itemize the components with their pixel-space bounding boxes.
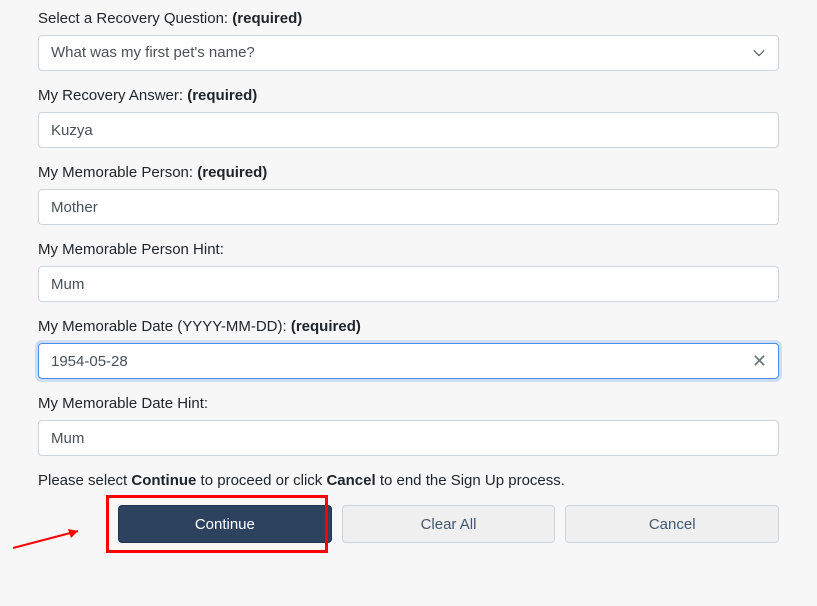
required-suffix: (required) — [187, 87, 257, 104]
label-text: My Recovery Answer: — [38, 87, 183, 104]
clear-all-button[interactable]: Clear All — [342, 505, 556, 543]
clear-date-icon[interactable]: ✕ — [752, 352, 767, 370]
memorable-person-hint-input[interactable] — [38, 266, 779, 302]
helper-post: to end the Sign Up process. — [376, 472, 565, 489]
label-memorable-date-hint: My Memorable Date Hint: — [38, 395, 779, 412]
label-memorable-date: My Memorable Date (YYYY-MM-DD): (require… — [38, 318, 779, 335]
required-suffix: (required) — [197, 164, 267, 181]
memorable-person-input[interactable] — [38, 189, 779, 225]
helper-mid: to proceed or click — [196, 472, 326, 489]
chevron-down-icon — [752, 46, 766, 60]
helper-pre: Please select — [38, 472, 131, 489]
recovery-form: Select a Recovery Question: (required) W… — [0, 0, 817, 573]
select-value: What was my first pet's name? — [51, 42, 255, 65]
required-suffix: (required) — [291, 318, 361, 335]
label-text: My Memorable Date (YYYY-MM-DD): — [38, 318, 287, 335]
recovery-question-select[interactable]: What was my first pet's name? — [38, 35, 779, 71]
label-text: Select a Recovery Question: — [38, 10, 228, 27]
recovery-answer-input[interactable] — [38, 112, 779, 148]
memorable-date-hint-input[interactable] — [38, 420, 779, 456]
continue-button[interactable]: Continue — [118, 505, 332, 543]
helper-text: Please select Continue to proceed or cli… — [38, 472, 779, 489]
memorable-date-input[interactable] — [38, 343, 779, 379]
helper-cancel: Cancel — [326, 472, 375, 489]
group-memorable-person: My Memorable Person: (required) — [38, 164, 779, 225]
group-memorable-person-hint: My Memorable Person Hint: — [38, 241, 779, 302]
label-memorable-person: My Memorable Person: (required) — [38, 164, 779, 181]
group-recovery-question: Select a Recovery Question: (required) W… — [38, 10, 779, 71]
label-text: My Memorable Person Hint: — [38, 241, 224, 258]
group-recovery-answer: My Recovery Answer: (required) — [38, 87, 779, 148]
group-memorable-date: My Memorable Date (YYYY-MM-DD): (require… — [38, 318, 779, 379]
required-suffix: (required) — [232, 10, 302, 27]
helper-continue: Continue — [131, 472, 196, 489]
cancel-button[interactable]: Cancel — [565, 505, 779, 543]
annotation-arrow-icon — [8, 523, 98, 553]
group-memorable-date-hint: My Memorable Date Hint: — [38, 395, 779, 456]
label-text: My Memorable Person: — [38, 164, 193, 181]
label-recovery-answer: My Recovery Answer: (required) — [38, 87, 779, 104]
label-memorable-person-hint: My Memorable Person Hint: — [38, 241, 779, 258]
label-recovery-question: Select a Recovery Question: (required) — [38, 10, 779, 27]
button-row: Continue Clear All Cancel — [38, 505, 779, 543]
label-text: My Memorable Date Hint: — [38, 395, 208, 412]
